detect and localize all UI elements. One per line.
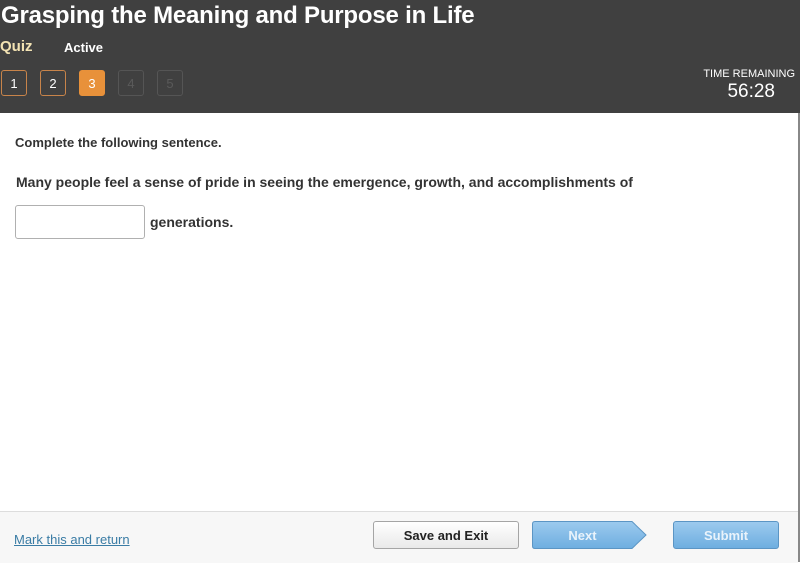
answer-input[interactable] <box>15 205 145 239</box>
quiz-header: Grasping the Meaning and Purpose in Life… <box>0 0 800 113</box>
question-3-button[interactable]: 3 <box>79 70 105 96</box>
question-sentence: Many people feel a sense of pride in see… <box>16 174 633 190</box>
mark-and-return-link[interactable]: Mark this and return <box>14 532 130 547</box>
question-4-button: 4 <box>118 70 144 96</box>
save-and-exit-button[interactable]: Save and Exit <box>373 521 519 549</box>
question-2-button[interactable]: 2 <box>40 70 66 96</box>
sentence-ending: generations. <box>150 214 234 230</box>
status-label: Active <box>64 40 104 55</box>
quiz-footer: Mark this and return Save and Exit Next … <box>0 511 798 563</box>
timer-label: TIME REMAINING <box>703 68 795 80</box>
submit-button[interactable]: Submit <box>673 521 779 549</box>
timer-value: 56:28 <box>727 81 775 102</box>
question-instruction: Complete the following sentence. <box>15 135 222 150</box>
next-button[interactable]: Next <box>532 521 647 549</box>
question-1-button[interactable]: 1 <box>1 70 27 96</box>
question-5-button: 5 <box>157 70 183 96</box>
next-button-label: Next <box>568 527 597 543</box>
page-title: Grasping the Meaning and Purpose in Life <box>1 2 475 29</box>
quiz-type-label: Quiz <box>0 38 33 55</box>
question-nav: 1 2 3 4 5 <box>1 70 183 96</box>
